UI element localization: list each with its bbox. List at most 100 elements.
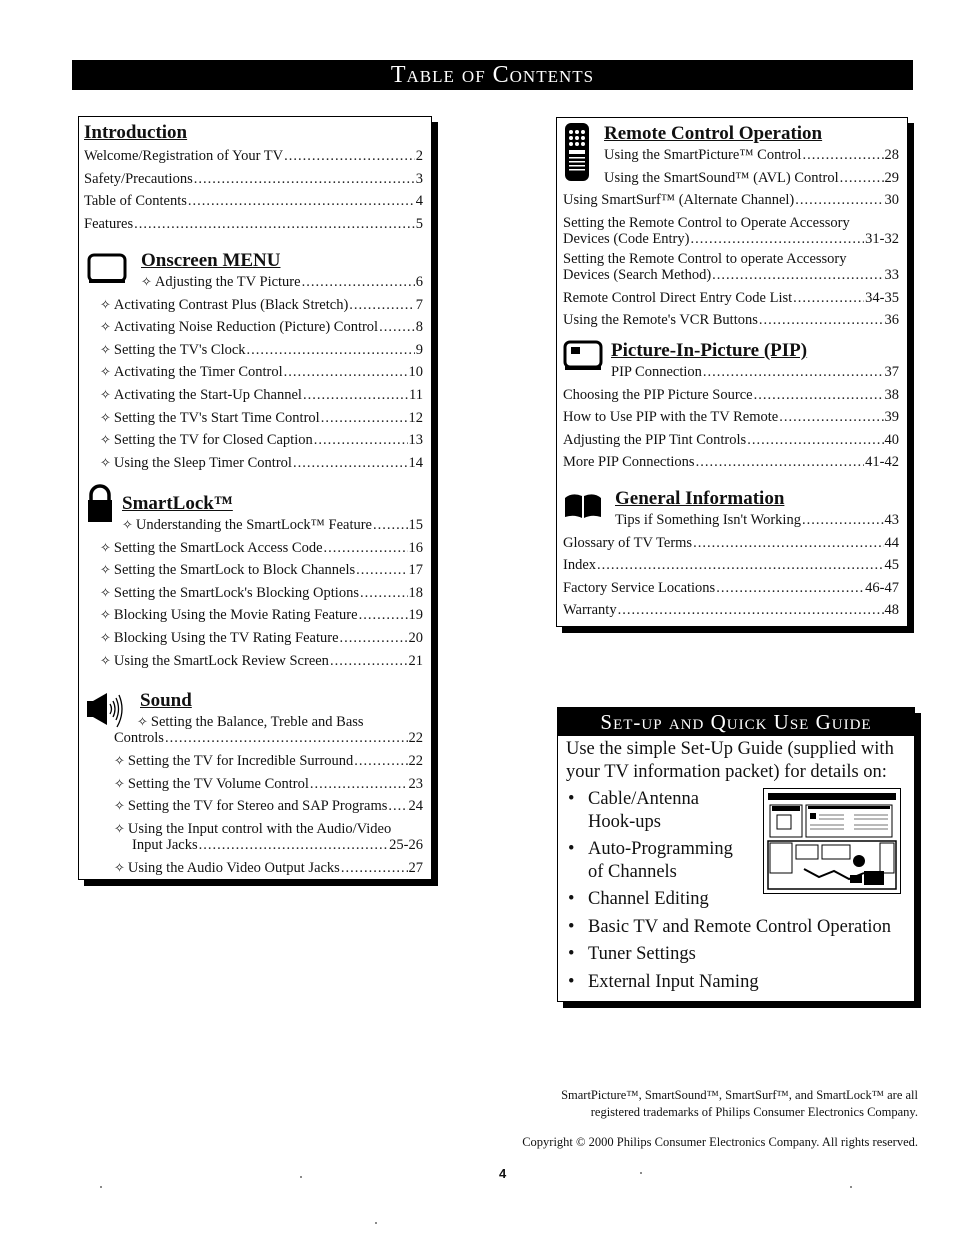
toc-entry[interactable]: Glossary of TV Terms 44 — [563, 532, 899, 555]
toc-entry[interactable]: ✧ Setting the Balance, Treble and Bass Con… — [84, 714, 423, 746]
toc-entry[interactable]: ✧Setting the TV's Start Time Control 12 — [84, 407, 423, 430]
diamond-bullet-icon: ✧ — [141, 274, 152, 289]
toc-entry[interactable]: ✧ Setting the TV for Stereo and SAP Progr… — [84, 795, 423, 818]
leader-dots — [690, 231, 864, 247]
toc-entry[interactable]: ✧Blocking Using the TV Rating Feature 20 — [84, 627, 423, 650]
toc-entry[interactable]: ✧ Setting the SmartLock's Blocking Option… — [84, 582, 423, 605]
setup-guide-item-text: Cable/Antenna Hook-ups — [588, 789, 699, 832]
toc-entry-label: Using the SmartSound™ (AVL) Control — [604, 169, 839, 186]
leader-dots — [373, 514, 408, 537]
diamond-bullet-icon: ✧ — [100, 584, 111, 600]
setup-guide-intro: Use the simple Set-Up Guide (supplied wi… — [566, 739, 894, 782]
leader-dots — [354, 750, 407, 773]
leader-dots — [340, 627, 408, 650]
section-general-information: General Information Tips if Something Is… — [563, 489, 899, 622]
toc-entry[interactable]: ✧ Using the Input control with the Audio/… — [84, 821, 423, 853]
toc-page-number: 21 — [408, 652, 424, 669]
toc-entry[interactable]: PIP Connection 37 — [563, 361, 899, 384]
diamond-bullet-icon: ✧ — [100, 539, 111, 555]
section-pip: Picture-In-Picture (PIP) PIP Connection 3… — [563, 341, 899, 474]
toc-entry-label: Tips if Something Isn't Working — [615, 512, 801, 528]
toc-entry[interactable]: Adjusting the PIP Tint Controls 40 — [563, 429, 899, 452]
toc-entry[interactable]: ✧ Blocking Using the Movie Rating Feature… — [84, 604, 423, 627]
toc-page-number: 19 — [408, 607, 424, 624]
toc-entry[interactable]: More PIP Connections 41-42 — [563, 451, 899, 474]
diamond-bullet-icon: ✧ — [122, 517, 133, 532]
toc-page-number: 36 — [884, 312, 900, 329]
section-title-introduction[interactable]: Introduction — [84, 123, 423, 143]
toc-entry[interactable]: ✧ Activating Contrast Plus (Black Stretch… — [84, 294, 423, 317]
leader-dots — [134, 213, 415, 236]
right-contents-box: Remote Control Operation Using the Smart… — [556, 117, 908, 627]
toc-entry[interactable]: ✧Setting the TV Volume Control 23 — [84, 773, 423, 796]
toc-entry[interactable]: Tips if Something Isn't Working 43 — [563, 509, 899, 532]
toc-page-number: 16 — [408, 539, 424, 556]
toc-entry[interactable]: Remote Control Direct Entry Code List 34-… — [563, 287, 899, 310]
bullet-icon: • — [568, 971, 575, 992]
toc-entry[interactable]: Using the SmartSound™ (AVL) Control 29 — [563, 167, 899, 190]
scan-speck — [640, 1172, 642, 1174]
toc-page-number: 4 — [415, 193, 423, 210]
diamond-bullet-icon: ✧ — [114, 798, 125, 814]
toc-entry[interactable]: Setting the Remote Control to operate Ac… — [563, 251, 899, 283]
toc-entry[interactable]: Setting the Remote Control to Operate Ac… — [563, 215, 899, 247]
toc-entry[interactable]: ✧Activating the Start-Up Channel 11 — [84, 384, 423, 407]
toc-entry-label-line1: Using the Input control with the Audio/V… — [127, 820, 392, 837]
toc-entry[interactable]: ✧Using the Audio Video Output Jacks 27 — [84, 857, 423, 880]
section-title-remote-control[interactable]: Remote Control Operation — [604, 124, 899, 144]
toc-entry-label: Adjusting the TV Picture — [154, 274, 301, 290]
toc-entry[interactable]: Index 45 — [563, 554, 899, 577]
toc-entry-label: Remote Control Direct Entry Code List — [563, 289, 793, 306]
scan-speck — [300, 1176, 302, 1178]
toc-entry[interactable]: ✧Using the SmartLock Review Screen 21 — [84, 650, 423, 673]
diamond-bullet-icon: ✧ — [100, 454, 111, 470]
toc-entry[interactable]: Using the Remote's VCR Buttons 36 — [563, 309, 899, 332]
toc-page-number: 39 — [884, 409, 900, 426]
toc-entry[interactable]: ✧Understanding the SmartLock™ Feature 15 — [84, 514, 423, 537]
section-title-onscreen-menu[interactable]: Onscreen MENU — [141, 251, 423, 271]
toc-entry[interactable]: ✧Setting the SmartLock Access Code 16 — [84, 537, 423, 560]
toc-page-number: 31-32 — [865, 230, 899, 247]
diamond-bullet-icon: ✧ — [100, 629, 111, 645]
toc-entry[interactable]: Warranty 48 — [563, 599, 899, 622]
toc-entry[interactable]: ✧ Activating Noise Reduction (Picture) Co… — [84, 316, 423, 339]
section-title-pip[interactable]: Picture-In-Picture (PIP) — [611, 341, 899, 361]
toc-entry[interactable]: Factory Service Locations 46-47 — [563, 577, 899, 600]
toc-entry[interactable]: Using SmartSurf™ (Alternate Channel) 30 — [563, 189, 899, 212]
diamond-bullet-icon: ✧ — [100, 409, 111, 425]
toc-entry[interactable]: Using the SmartPicture™ Control 28 — [563, 144, 899, 167]
toc-entry[interactable]: Features 5 — [84, 213, 423, 236]
toc-entry[interactable]: ✧Using the Sleep Timer Control 14 — [84, 452, 423, 475]
leader-dots — [379, 316, 415, 339]
toc-entry[interactable]: Table of Contents 4 — [84, 190, 423, 213]
leader-dots — [716, 577, 864, 600]
toc-page-number: 30 — [884, 192, 900, 209]
section-title-smartlock[interactable]: SmartLock™ — [122, 494, 423, 514]
toc-entry[interactable]: Choosing the PIP Picture Source 38 — [563, 384, 899, 407]
toc-entry[interactable]: ✧Setting the TV for Closed Caption 13 — [84, 429, 423, 452]
section-title-sound[interactable]: Sound — [140, 691, 423, 711]
section-onscreen-menu: Onscreen MENU ✧Adjusting the TV Picture6… — [84, 251, 423, 474]
toc-entry[interactable]: ✧ Setting the SmartLock to Block Channels… — [84, 559, 423, 582]
toc-entry-label-line1: Setting the Balance, Treble and Bass — [150, 714, 364, 730]
toc-entry[interactable]: ✧Activating the Timer Control 10 — [84, 361, 423, 384]
toc-entry[interactable]: How to Use PIP with the TV Remote 39 — [563, 406, 899, 429]
toc-entry[interactable]: ✧Setting the TV for Incredible Surround 2… — [84, 750, 423, 773]
leader-dots — [247, 339, 415, 362]
toc-page-number: 6 — [415, 274, 423, 290]
toc-entry-label: Using SmartSurf™ (Alternate Channel) — [563, 192, 795, 209]
toc-entry[interactable]: Safety/Precautions 3 — [84, 168, 423, 191]
toc-entry[interactable]: Welcome/Registration of Your TV 2 — [84, 145, 423, 168]
toc-entry-label: Using the Remote's VCR Buttons — [563, 312, 758, 329]
toc-entry[interactable]: ✧Setting the TV's Clock 9 — [84, 339, 423, 362]
leader-dots — [199, 837, 389, 853]
diamond-bullet-icon: ✧ — [100, 364, 111, 380]
diamond-bullet-icon: ✧ — [100, 432, 111, 448]
bullet-icon: • — [568, 789, 575, 809]
scan-speck — [375, 1222, 377, 1224]
section-remote-control: Remote Control Operation Using the Smart… — [563, 124, 899, 332]
toc-entry[interactable]: ✧Adjusting the TV Picture 6 — [84, 271, 423, 294]
left-contents-box: Introduction Welcome/Registration of You… — [78, 116, 432, 880]
section-title-general-information[interactable]: General Information — [615, 489, 899, 509]
trademark-notice: SmartPicture™, SmartSound™, SmartSurf™, … — [561, 1087, 918, 1121]
